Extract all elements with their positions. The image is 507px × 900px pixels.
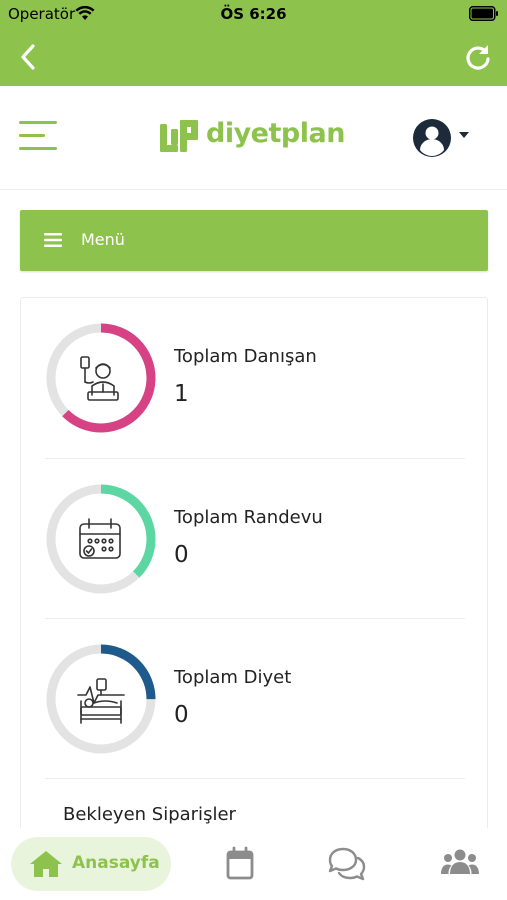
logo-mark-icon — [160, 120, 198, 152]
progress-ring — [46, 644, 156, 754]
stat-title: Toplam Danışan — [174, 346, 317, 367]
status-bar: Operatör ÖS 6:26 — [0, 0, 507, 30]
hamburger-icon[interactable] — [19, 120, 59, 152]
stat-total-clients[interactable]: Toplam Danışan 1 — [45, 298, 465, 458]
progress-ring — [46, 323, 156, 433]
menu-button[interactable]: Menü — [20, 210, 488, 271]
tab-home[interactable]: Anasayfa — [11, 837, 171, 891]
back-chevron-icon[interactable] — [16, 42, 40, 72]
patient-iv-icon — [80, 356, 119, 401]
user-avatar-icon[interactable] — [412, 118, 452, 158]
battery-icon — [469, 6, 498, 21]
user-menu[interactable] — [412, 118, 472, 158]
calendar-icon — [79, 518, 121, 559]
menu-lines-icon — [44, 233, 62, 247]
stat-value: 0 — [174, 702, 189, 728]
chat-icon[interactable] — [326, 846, 366, 882]
stat-value: 0 — [174, 542, 189, 568]
navigation-bar — [0, 30, 507, 86]
caret-down-icon[interactable] — [459, 132, 469, 138]
home-icon — [30, 851, 62, 877]
bottom-tab-bar: Anasayfa — [0, 828, 507, 900]
refresh-icon[interactable] — [464, 43, 492, 71]
stat-total-diets[interactable]: Toplam Diyet 0 — [45, 619, 465, 779]
diyetplan-logo: diyetplan — [158, 116, 345, 160]
hospital-bed-icon — [77, 678, 125, 724]
stat-value: 1 — [174, 381, 189, 407]
stat-title: Toplam Diyet — [174, 667, 292, 688]
stat-title: Toplam Randevu — [174, 507, 323, 528]
app-header: diyetplan — [0, 86, 507, 190]
calendar-icon[interactable] — [220, 846, 260, 882]
stats-card: Toplam Danışan 1 Toplam Randevu 0 Toplam… — [20, 297, 488, 857]
users-icon[interactable] — [440, 846, 480, 882]
tab-home-label: Anasayfa — [72, 853, 160, 873]
pending-orders-title: Bekleyen Siparişler — [63, 804, 236, 825]
clock: ÖS 6:26 — [220, 5, 287, 23]
logo-text: diyetplan — [206, 118, 345, 149]
stat-total-appointments[interactable]: Toplam Randevu 0 — [45, 459, 465, 619]
progress-ring — [46, 484, 156, 594]
divider — [45, 778, 465, 779]
menu-label: Menü — [81, 230, 125, 249]
